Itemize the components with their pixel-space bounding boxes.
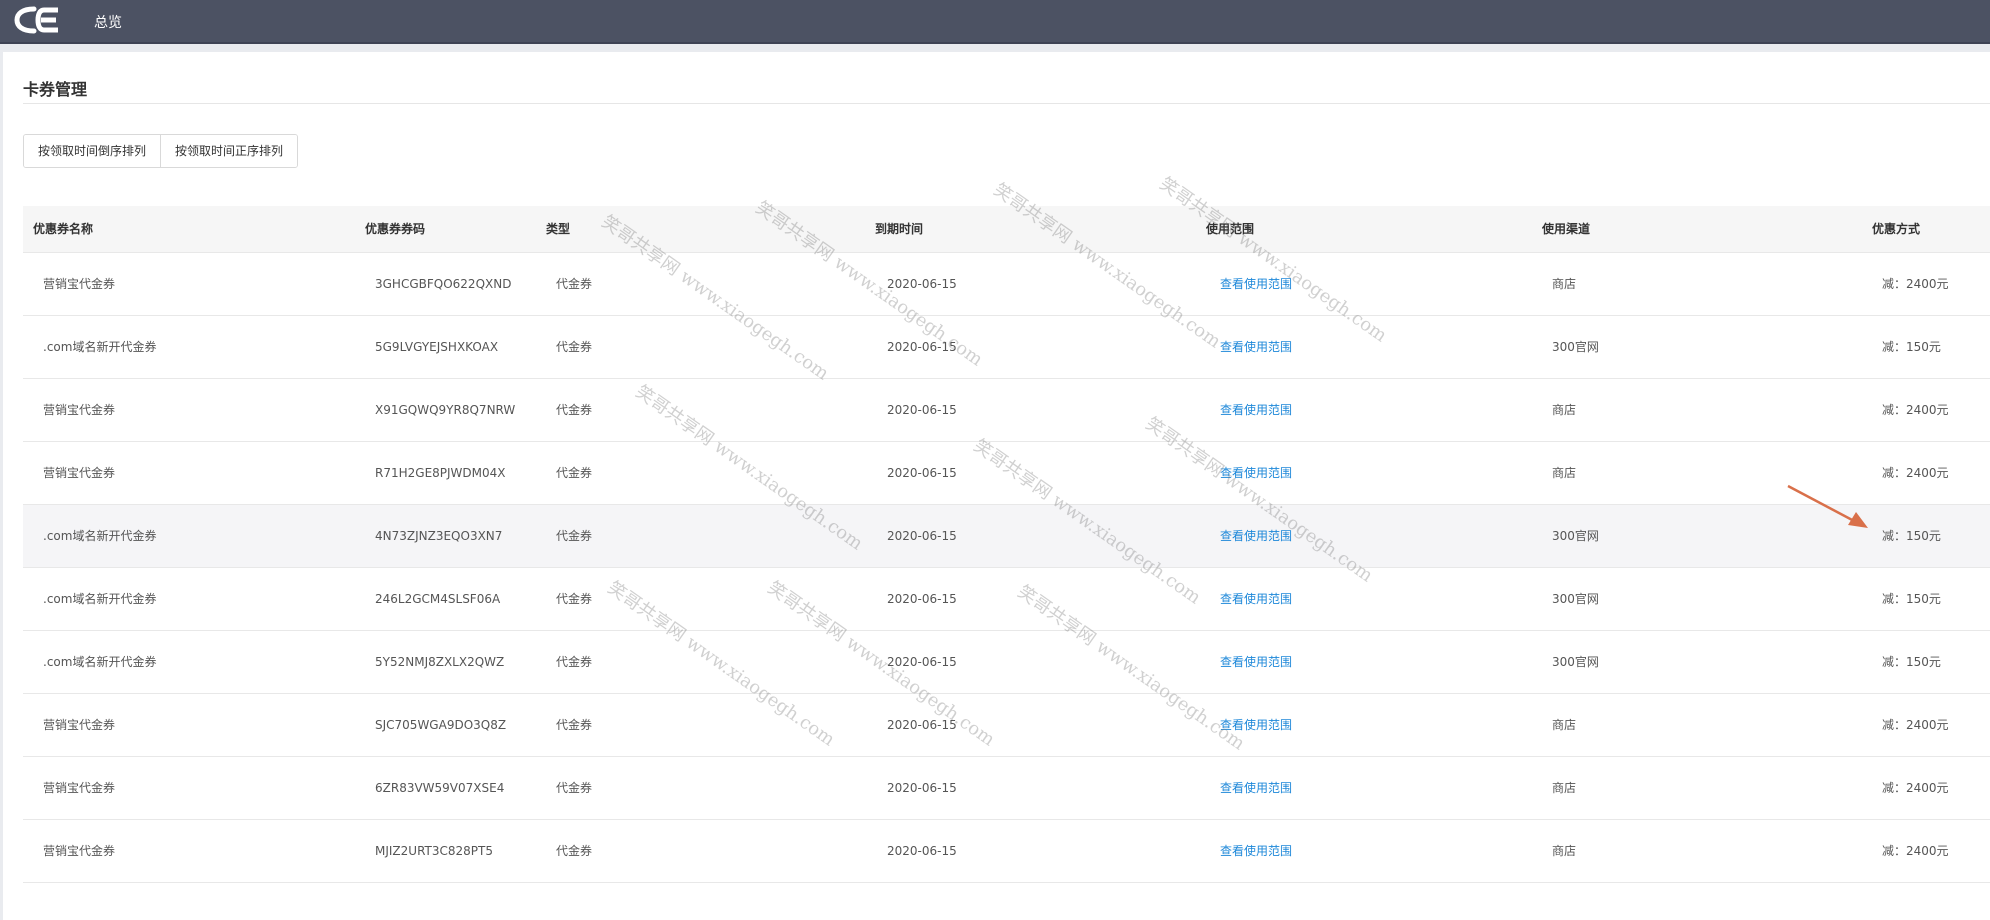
coupon-name-cell: 营销宝代金券 xyxy=(43,718,116,732)
coupon-code-cell: R71H2GE8PJWDM04X xyxy=(375,466,506,480)
column-header-discount: 优惠方式 xyxy=(1872,222,1921,236)
coupon-type-cell: 代金券 xyxy=(556,403,593,417)
channel-cell: 商店 xyxy=(1552,277,1577,291)
channel-cell: 商店 xyxy=(1552,466,1577,480)
table-row: 营销宝代金券 6ZR83VW59V07XSE4 代金券 2020-06-15 查看使用范… xyxy=(23,757,1990,820)
channel-cell: 商店 xyxy=(1552,403,1577,417)
nav-overview[interactable]: 总览 xyxy=(94,12,122,32)
expiry-date-cell: 2020-06-15 xyxy=(887,340,957,354)
coupon-code-cell: 246L2GCM4SLSF06A xyxy=(375,592,501,606)
expiry-date-cell: 2020-06-15 xyxy=(887,277,957,291)
discount-cell: 减：150元 xyxy=(1882,340,1941,354)
expiry-date-cell: 2020-06-15 xyxy=(887,466,957,480)
table-row: .com域名新开代金券 5G9LVGYEJSHXKOAX 代金券 2020-06-15… xyxy=(23,316,1990,379)
view-scope-link[interactable]: 查看使用范围 xyxy=(1220,757,1292,819)
page-title: 卡券管理 xyxy=(23,80,88,99)
coupon-name-cell: .com域名新开代金券 xyxy=(43,529,157,543)
column-header-name: 优惠券名称 xyxy=(33,222,94,236)
coupon-type-cell: 代金券 xyxy=(556,718,593,732)
expiry-date-cell: 2020-06-15 xyxy=(887,403,957,417)
coupon-name-cell: 营销宝代金券 xyxy=(43,781,116,795)
table-row: .com域名新开代金券 5Y52NMJ8ZXLX2QWZ 代金券 2020-06-15… xyxy=(23,631,1990,694)
coupon-name-cell: .com域名新开代金券 xyxy=(43,340,157,354)
discount-cell: 减：150元 xyxy=(1882,529,1941,543)
view-scope-link[interactable]: 查看使用范围 xyxy=(1220,253,1292,315)
top-navigation-bar: 总览 xyxy=(0,0,1990,44)
channel-cell: 商店 xyxy=(1552,844,1577,858)
coupon-code-cell: 4N73ZJNZ3EQO3XN7 xyxy=(375,529,503,543)
table-row: 营销宝代金券 X91GQWQ9YR8Q7NRW 代金券 2020-06-15 查看使用范… xyxy=(23,379,1990,442)
discount-cell: 减：2400元 xyxy=(1882,781,1949,795)
discount-cell: 减：150元 xyxy=(1882,592,1941,606)
table-row: 营销宝代金券 SJC705WGA9DO3Q8Z 代金券 2020-06-15 查看使用范… xyxy=(23,694,1990,757)
coupon-code-cell: 3GHCGBFQO622QXND xyxy=(375,277,512,291)
channel-cell: 300官网 xyxy=(1552,592,1599,606)
column-header-code: 优惠券券码 xyxy=(365,222,426,236)
expiry-date-cell: 2020-06-15 xyxy=(887,529,957,543)
expiry-date-cell: 2020-06-15 xyxy=(887,781,957,795)
expiry-date-cell: 2020-06-15 xyxy=(887,592,957,606)
table-row: .com域名新开代金券 246L2GCM4SLSF06A 代金券 2020-06-15… xyxy=(23,568,1990,631)
title-divider xyxy=(23,103,1990,104)
coupon-type-cell: 代金券 xyxy=(556,466,593,480)
table-body: 营销宝代金券 3GHCGBFQO622QXND 代金券 2020-06-15 查看使用范… xyxy=(23,253,1990,883)
coupon-code-cell: 6ZR83VW59V07XSE4 xyxy=(375,781,505,795)
sort-asc-button[interactable]: 按领取时间正序排列 xyxy=(160,135,298,167)
coupon-type-cell: 代金券 xyxy=(556,655,593,669)
coupon-type-cell: 代金券 xyxy=(556,277,593,291)
channel-cell: 商店 xyxy=(1552,781,1577,795)
coupon-name-cell: 营销宝代金券 xyxy=(43,466,116,480)
column-header-type: 类型 xyxy=(546,222,571,236)
discount-cell: 减：150元 xyxy=(1882,655,1941,669)
ce-logo-icon[interactable] xyxy=(14,5,62,35)
discount-cell: 减：2400元 xyxy=(1882,718,1949,732)
coupon-code-cell: 5G9LVGYEJSHXKOAX xyxy=(375,340,499,354)
coupon-code-cell: MJIZ2URT3C828PT5 xyxy=(375,844,493,858)
view-scope-link[interactable]: 查看使用范围 xyxy=(1220,505,1292,567)
discount-cell: 减：2400元 xyxy=(1882,277,1949,291)
channel-cell: 商店 xyxy=(1552,718,1577,732)
coupon-name-cell: 营销宝代金券 xyxy=(43,403,116,417)
discount-cell: 减：2400元 xyxy=(1882,844,1949,858)
table-header: 优惠券名称 优惠券券码 类型 到期时间 使用范围 使用渠道 优惠方式 xyxy=(23,206,1990,253)
coupon-type-cell: 代金券 xyxy=(556,592,593,606)
expiry-date-cell: 2020-06-15 xyxy=(887,718,957,732)
coupon-name-cell: .com域名新开代金券 xyxy=(43,592,157,606)
table-row: .com域名新开代金券 4N73ZJNZ3EQO3XN7 代金券 2020-06-15… xyxy=(23,505,1990,568)
coupon-type-cell: 代金券 xyxy=(556,340,593,354)
view-scope-link[interactable]: 查看使用范围 xyxy=(1220,631,1292,693)
sort-button-group: 按领取时间倒序排列 按领取时间正序排列 xyxy=(23,134,299,168)
channel-cell: 300官网 xyxy=(1552,529,1599,543)
coupon-name-cell: 营销宝代金券 xyxy=(43,277,116,291)
view-scope-link[interactable]: 查看使用范围 xyxy=(1220,442,1292,504)
discount-cell: 减：2400元 xyxy=(1882,403,1949,417)
coupon-type-cell: 代金券 xyxy=(556,529,593,543)
channel-cell: 300官网 xyxy=(1552,655,1599,669)
coupon-table: 优惠券名称 优惠券券码 类型 到期时间 使用范围 使用渠道 优惠方式 营销宝代金… xyxy=(23,206,1990,883)
coupon-code-cell: 5Y52NMJ8ZXLX2QWZ xyxy=(375,655,505,669)
channel-cell: 300官网 xyxy=(1552,340,1599,354)
expiry-date-cell: 2020-06-15 xyxy=(887,655,957,669)
view-scope-link[interactable]: 查看使用范围 xyxy=(1220,379,1292,441)
table-row: 营销宝代金券 MJIZ2URT3C828PT5 代金券 2020-06-15 查看使用范… xyxy=(23,820,1990,883)
table-row: 营销宝代金券 R71H2GE8PJWDM04X 代金券 2020-06-15 查看使用范… xyxy=(23,442,1990,505)
view-scope-link[interactable]: 查看使用范围 xyxy=(1220,694,1292,756)
expiry-date-cell: 2020-06-15 xyxy=(887,844,957,858)
coupon-code-cell: X91GQWQ9YR8Q7NRW xyxy=(375,403,516,417)
coupon-type-cell: 代金券 xyxy=(556,781,593,795)
coupon-name-cell: .com域名新开代金券 xyxy=(43,655,157,669)
column-header-expiry: 到期时间 xyxy=(875,222,924,236)
coupon-code-cell: SJC705WGA9DO3Q8Z xyxy=(375,718,507,732)
column-header-scope: 使用范围 xyxy=(1206,222,1255,236)
view-scope-link[interactable]: 查看使用范围 xyxy=(1220,568,1292,630)
sort-desc-button[interactable]: 按领取时间倒序排列 xyxy=(24,135,161,167)
coupon-name-cell: 营销宝代金券 xyxy=(43,844,116,858)
view-scope-link[interactable]: 查看使用范围 xyxy=(1220,820,1292,882)
view-scope-link[interactable]: 查看使用范围 xyxy=(1220,316,1292,378)
coupon-type-cell: 代金券 xyxy=(556,844,593,858)
table-row: 营销宝代金券 3GHCGBFQO622QXND 代金券 2020-06-15 查看使用范… xyxy=(23,253,1990,316)
discount-cell: 减：2400元 xyxy=(1882,466,1949,480)
column-header-channel: 使用渠道 xyxy=(1542,222,1591,236)
